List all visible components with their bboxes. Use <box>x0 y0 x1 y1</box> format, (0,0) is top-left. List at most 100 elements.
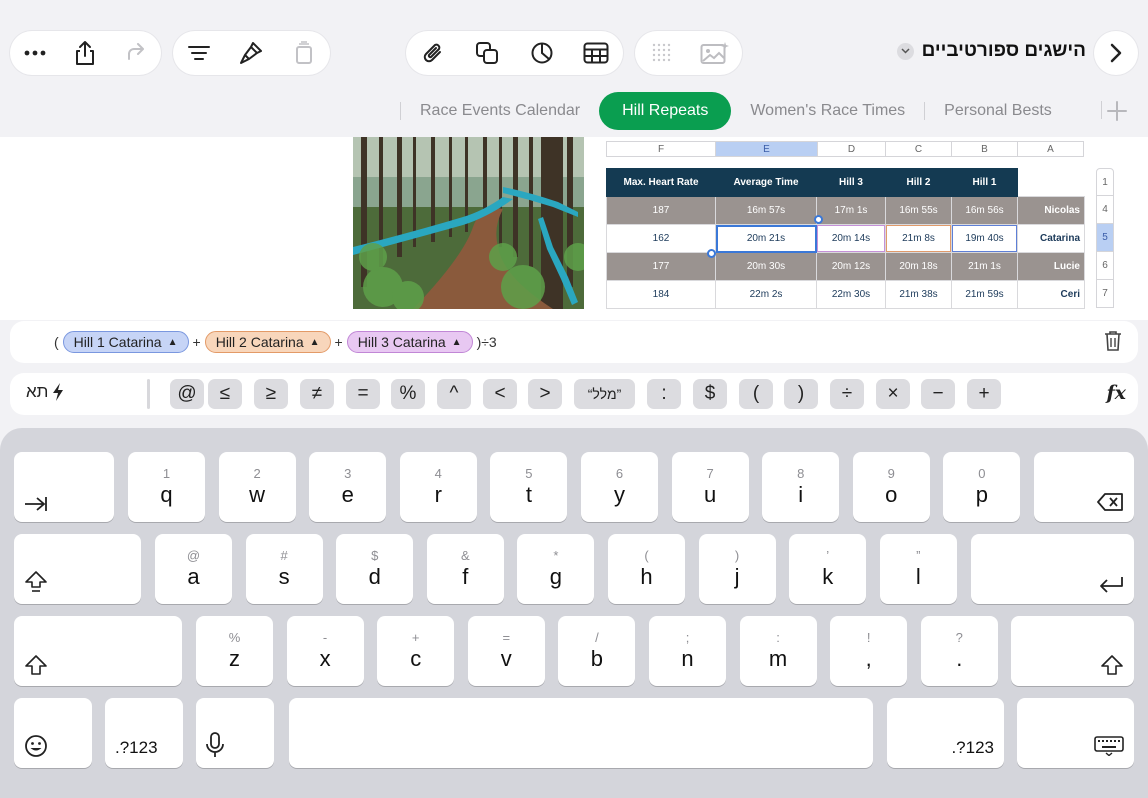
row-header-4[interactable]: 4 <box>1096 196 1114 224</box>
key-r[interactable]: 4r <box>399 452 477 522</box>
key-s[interactable]: # s <box>245 534 323 604</box>
add-sheet-icon[interactable] <box>1102 96 1132 126</box>
delete-key[interactable] <box>1034 452 1134 522</box>
header-empty-cell[interactable] <box>1017 168 1085 197</box>
key-,[interactable]: !, <box>830 616 908 686</box>
grid-dots-icon[interactable] <box>640 31 684 75</box>
redo-icon[interactable] <box>114 31 158 75</box>
triangle-up-icon[interactable]: ▲ <box>168 337 178 348</box>
table-cell[interactable]: 17m 1s <box>816 196 886 225</box>
row-header-7[interactable]: 7 <box>1096 280 1114 308</box>
trash-icon[interactable] <box>1104 330 1126 354</box>
key-v[interactable]: = v <box>467 616 545 686</box>
table-cell[interactable]: 16m 56s <box>951 196 1018 225</box>
shift-key-right[interactable] <box>1011 616 1134 686</box>
tab-personal-bests[interactable]: Personal Bests <box>925 92 1071 130</box>
table-cell[interactable]: 187 <box>606 196 716 225</box>
key-.[interactable]: ?. <box>920 616 998 686</box>
formula-token-hill-1[interactable]: Hill 1 Catarina ▲ <box>62 331 189 353</box>
selection-handle-top[interactable] <box>814 215 823 224</box>
operator-key[interactable]: ≤ <box>208 379 242 409</box>
selection-handle-bottom[interactable] <box>707 249 716 258</box>
column-header-b[interactable]: B <box>951 142 1017 156</box>
chart-icon[interactable] <box>520 31 564 75</box>
operator-key[interactable]: : <box>647 379 681 409</box>
numbers-key-right[interactable]: .?123 <box>887 698 1004 768</box>
space-key[interactable] <box>289 698 873 768</box>
header-max-heart-rate[interactable]: Max. Heart Rate <box>606 168 716 197</box>
tab-race-events-calendar[interactable]: Race Events Calendar <box>401 92 599 130</box>
chevron-down-icon[interactable] <box>896 42 914 60</box>
table-icon[interactable] <box>574 31 618 75</box>
key-x[interactable]: -x <box>286 616 364 686</box>
key-w[interactable]: 2w <box>218 452 296 522</box>
format-brush-icon[interactable] <box>229 31 273 75</box>
triangle-up-icon[interactable]: ▲ <box>452 337 462 348</box>
cell-reference-toggle[interactable]: תא <box>26 382 64 402</box>
operator-key[interactable]: + <box>967 379 1001 409</box>
table-cell[interactable]: 16m 57s <box>715 196 817 225</box>
shapes-icon[interactable] <box>465 31 509 75</box>
operator-key[interactable]: $ <box>693 379 727 409</box>
organize-icon[interactable] <box>282 31 326 75</box>
key-p[interactable]: 0p <box>943 452 1021 522</box>
key-j[interactable]: ) j <box>698 534 776 604</box>
key-b[interactable]: / b <box>558 616 636 686</box>
document-title[interactable]: הישגים ספורטיביים <box>896 40 1086 62</box>
table-cell[interactable]: 20m 30s <box>715 252 817 281</box>
table-cell[interactable]: 162 <box>606 224 716 253</box>
key-q[interactable]: 1q <box>128 452 205 522</box>
key-n[interactable]: ; n <box>649 616 726 686</box>
column-header-f[interactable]: F <box>607 142 715 156</box>
table-cell[interactable]: 21m 38s <box>885 280 952 309</box>
key-c[interactable]: + c <box>377 616 455 686</box>
triangle-up-icon[interactable]: ▲ <box>310 337 320 348</box>
key-i[interactable]: 8i <box>762 452 840 522</box>
key-m[interactable]: :m <box>739 616 817 686</box>
header-average-time[interactable]: Average Time <box>715 168 817 197</box>
table-cell-name[interactable]: Lucie <box>1017 252 1085 281</box>
key-d[interactable]: $ d <box>336 534 414 604</box>
operator-key[interactable]: > <box>528 379 562 409</box>
key-o[interactable]: 9o <box>852 452 930 522</box>
key-t[interactable]: 5t <box>490 452 568 522</box>
header-hill-3[interactable]: Hill 3 <box>816 168 886 197</box>
table-cell[interactable]: 16m 55s <box>885 196 952 225</box>
column-header-a[interactable]: A <box>1017 142 1083 156</box>
operator-key[interactable]: ( <box>739 379 773 409</box>
table-cell[interactable]: 20m 18s <box>885 252 952 281</box>
column-header-d[interactable]: D <box>817 142 885 156</box>
key-l[interactable]: ” l <box>879 534 957 604</box>
operator-key[interactable]: ^ <box>437 379 471 409</box>
key-f[interactable]: & f <box>426 534 504 604</box>
table-cell[interactable]: 20m 12s <box>816 252 886 281</box>
paperclip-icon[interactable] <box>411 31 455 75</box>
chevron-right-icon[interactable] <box>1094 31 1138 75</box>
tab-hill-repeats[interactable]: Hill Repeats <box>599 92 732 130</box>
table-cell-name[interactable]: Nicolas <box>1017 196 1085 225</box>
dictation-key[interactable] <box>196 698 274 768</box>
return-key[interactable] <box>971 534 1134 604</box>
operator-key[interactable]: < <box>483 379 517 409</box>
table-cell-name[interactable]: Ceri <box>1017 280 1085 309</box>
table-cell[interactable]: 21m 1s <box>951 252 1018 281</box>
header-hill-1[interactable]: Hill 1 <box>951 168 1018 197</box>
selected-cell[interactable]: 20m 21s <box>715 224 817 253</box>
column-header-c[interactable]: C <box>885 142 951 156</box>
caps-lock-key[interactable] <box>14 534 141 604</box>
more-icon[interactable] <box>13 31 57 75</box>
operator-key[interactable]: ) <box>784 379 818 409</box>
key-e[interactable]: 3e <box>309 452 387 522</box>
header-hill-2[interactable]: Hill 2 <box>885 168 952 197</box>
key-a[interactable]: @ a <box>155 534 232 604</box>
formula-token-hill-2[interactable]: Hill 2 Catarina ▲ <box>204 331 331 353</box>
operator-key[interactable]: ≥ <box>254 379 288 409</box>
referenced-cell-hill-3[interactable]: 20m 14s <box>816 224 886 253</box>
table-cell[interactable]: 21m 59s <box>951 280 1018 309</box>
key-h[interactable]: (h <box>608 534 685 604</box>
image-add-icon[interactable] <box>693 31 737 75</box>
operator-key[interactable]: “מלל” <box>574 379 635 409</box>
table-cell[interactable]: 184 <box>606 280 716 309</box>
table-cell[interactable]: 22m 2s <box>715 280 817 309</box>
sort-filter-icon[interactable] <box>177 31 221 75</box>
